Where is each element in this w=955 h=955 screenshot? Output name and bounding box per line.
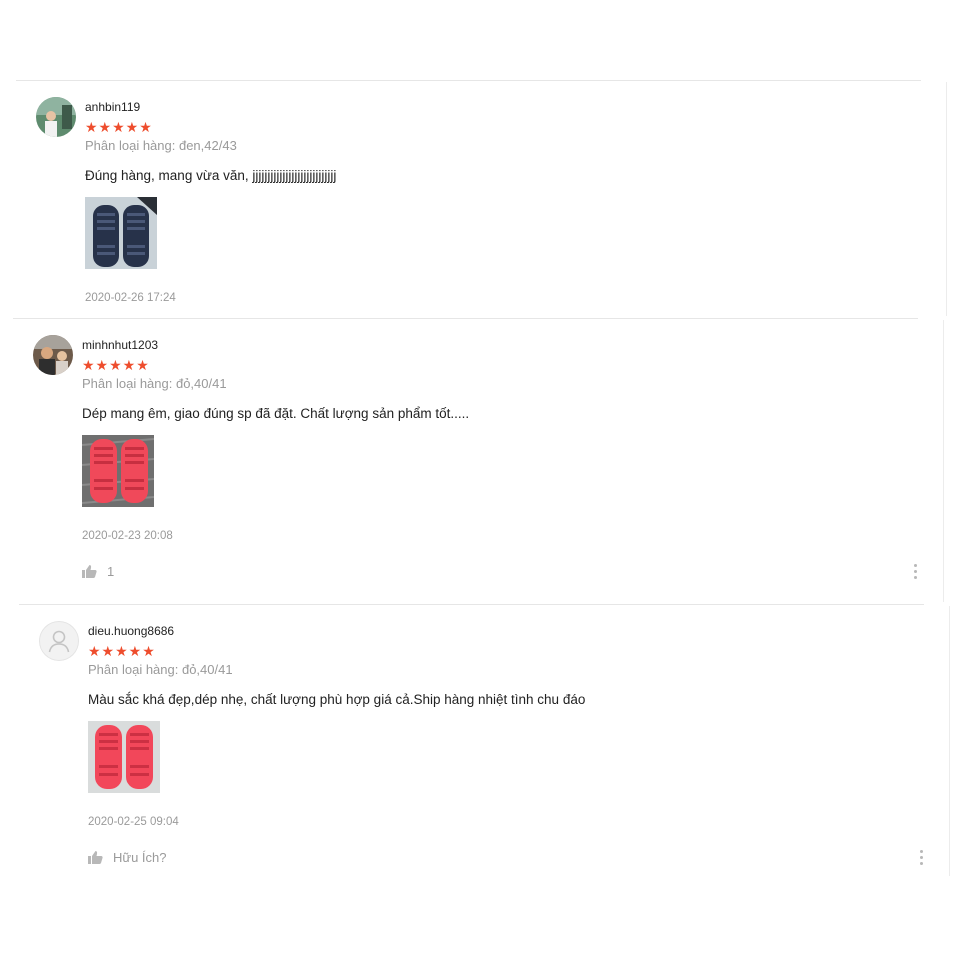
card-edge xyxy=(943,320,944,602)
product-variant: Phân loại hàng: đen,42/43 xyxy=(85,138,237,153)
review-card: dieu.huong8686 ★★★★★ Phân loại hàng: đỏ,… xyxy=(19,604,924,885)
slippers-navy-photo xyxy=(85,197,157,269)
star-rating: ★★★★★ xyxy=(85,119,153,135)
product-variant: Phân loại hàng: đỏ,40/41 xyxy=(82,376,227,391)
thumbs-up-icon xyxy=(88,851,103,864)
helpful-button[interactable]: Hữu Ích? xyxy=(88,850,167,865)
reviewer-username[interactable]: anhbin119 xyxy=(85,100,140,114)
review-photo[interactable] xyxy=(88,721,160,793)
review-card: anhbin119 ★★★★★ Phân loại hàng: đen,42/4… xyxy=(16,80,921,319)
slippers-red-photo xyxy=(88,721,160,793)
slippers-red-photo xyxy=(82,435,154,507)
like-button[interactable]: 1 xyxy=(82,564,114,579)
helpful-label: Hữu Ích? xyxy=(113,850,167,865)
card-edge xyxy=(949,606,950,876)
reviewer-username[interactable]: dieu.huong8686 xyxy=(88,624,174,638)
review-card: minhnhut1203 ★★★★★ Phân loại hàng: đỏ,40… xyxy=(13,318,918,605)
default-user-icon xyxy=(39,621,79,661)
card-edge xyxy=(946,82,947,316)
product-variant: Phân loại hàng: đỏ,40/41 xyxy=(88,662,233,677)
star-rating: ★★★★★ xyxy=(88,643,156,659)
like-count: 1 xyxy=(107,564,115,579)
more-options-icon[interactable] xyxy=(920,850,924,866)
user-avatar[interactable] xyxy=(39,621,79,661)
review-comment: Đúng hàng, mang vừa văn, jjjjjjjjjjjjjjj… xyxy=(85,168,337,183)
star-rating: ★★★★★ xyxy=(82,357,150,373)
user-avatar[interactable] xyxy=(36,97,76,137)
review-date: 2020-02-26 17:24 xyxy=(85,292,176,304)
review-date: 2020-02-23 20:08 xyxy=(82,530,173,542)
reviewer-username[interactable]: minhnhut1203 xyxy=(82,338,158,352)
thumbs-up-icon xyxy=(82,565,97,578)
review-photo[interactable] xyxy=(85,197,157,269)
review-photo[interactable] xyxy=(82,435,154,507)
review-date: 2020-02-25 09:04 xyxy=(88,816,179,828)
review-comment: Dép mang êm, giao đúng sp đã đặt. Chất l… xyxy=(82,406,470,421)
more-options-icon[interactable] xyxy=(914,564,918,580)
review-comment: Màu sắc khá đẹp,dép nhẹ, chất lượng phù … xyxy=(88,692,586,707)
user-avatar[interactable] xyxy=(33,335,73,375)
